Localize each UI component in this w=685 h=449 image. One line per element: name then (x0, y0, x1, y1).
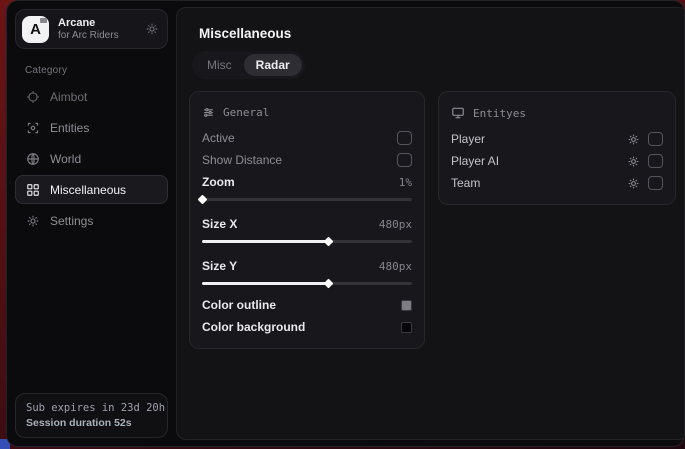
sidebar-item-label: Settings (50, 214, 93, 228)
active-checkbox[interactable] (397, 131, 412, 145)
session-duration-text: Session duration 52s (26, 417, 157, 429)
cube-scan-icon (26, 121, 40, 135)
tab-radar[interactable]: Radar (244, 54, 302, 76)
crosshair-icon (26, 90, 40, 104)
page-title: Miscellaneous (199, 26, 676, 41)
player-label: Player (451, 132, 485, 146)
monitor-icon (451, 106, 465, 120)
category-label: Category (25, 65, 168, 76)
color-background-swatch[interactable] (401, 322, 412, 333)
player-ai-label: Player AI (451, 154, 499, 168)
team-controls (627, 176, 663, 190)
sub-expires-text: Sub expires in 23d 20h (26, 402, 157, 414)
sidebar: A Arcane for Arc Riders Category (7, 1, 176, 446)
general-panel: General Active Show Distance Zoom 1% (189, 91, 425, 349)
sidebar-item-label: Miscellaneous (50, 183, 126, 197)
sliders-icon (202, 106, 215, 119)
player-row: Player (451, 128, 663, 150)
slider-handle[interactable] (198, 195, 208, 205)
sidebar-item-world[interactable]: World (15, 144, 168, 173)
entities-panel: Entityes Player P (438, 91, 676, 205)
color-outline-swatch[interactable] (401, 300, 412, 311)
team-row: Team (451, 172, 663, 194)
sidebar-item-label: Aimbot (50, 90, 87, 104)
panel-row: General Active Show Distance Zoom 1% (189, 91, 676, 349)
color-outline-label: Color outline (202, 298, 276, 312)
app-subtitle: for Arc Riders (58, 30, 136, 42)
app-window: A Arcane for Arc Riders Category (6, 0, 685, 447)
size-y-value: 480px (379, 260, 412, 273)
color-background-row: Color background (202, 316, 412, 338)
size-y-row: Size Y 480px (202, 255, 412, 277)
zoom-slider[interactable] (202, 195, 412, 204)
slider-fill (202, 240, 328, 243)
sidebar-item-entities[interactable]: Entities (15, 113, 168, 142)
globe-icon (26, 152, 40, 166)
size-x-slider[interactable] (202, 237, 412, 246)
tab-misc[interactable]: Misc (195, 54, 244, 76)
show-distance-checkbox[interactable] (397, 153, 412, 167)
general-panel-header: General (202, 106, 412, 119)
app-logo: A (22, 16, 49, 43)
subscription-card: Sub expires in 23d 20h Session duration … (15, 393, 168, 438)
team-label: Team (451, 176, 480, 190)
slider-handle[interactable] (324, 279, 334, 289)
player-ai-checkbox[interactable] (648, 154, 663, 168)
color-outline-row: Color outline (202, 294, 412, 316)
player-ai-controls (627, 154, 663, 168)
size-x-row: Size X 480px (202, 213, 412, 235)
team-checkbox[interactable] (648, 176, 663, 190)
show-distance-row: Show Distance (202, 149, 412, 171)
general-panel-title: General (223, 106, 269, 119)
slider-track (202, 198, 412, 201)
sidebar-item-label: Entities (50, 121, 89, 135)
team-gear-icon[interactable] (627, 177, 640, 190)
player-ai-row: Player AI (451, 150, 663, 172)
slider-fill (202, 282, 328, 285)
app-title-block: Arcane for Arc Riders (58, 17, 136, 41)
app-settings-gear-icon[interactable] (145, 22, 159, 36)
size-y-slider[interactable] (202, 279, 412, 288)
tab-bar: Misc Radar (192, 51, 305, 79)
player-ai-gear-icon[interactable] (627, 155, 640, 168)
size-x-value: 480px (379, 218, 412, 231)
app-name: Arcane (58, 17, 136, 30)
zoom-value: 1% (399, 176, 412, 189)
size-x-label: Size X (202, 217, 237, 231)
gear-icon (26, 214, 40, 228)
show-distance-label: Show Distance (202, 153, 282, 167)
grid-icon (26, 183, 40, 197)
app-logo-card: A Arcane for Arc Riders (15, 9, 168, 49)
color-background-label: Color background (202, 320, 305, 334)
sidebar-item-aimbot[interactable]: Aimbot (15, 82, 168, 111)
player-controls (627, 132, 663, 146)
sidebar-item-settings[interactable]: Settings (15, 206, 168, 235)
size-y-label: Size Y (202, 259, 237, 273)
active-row: Active (202, 127, 412, 149)
zoom-row: Zoom 1% (202, 171, 412, 193)
sidebar-item-label: World (50, 152, 81, 166)
zoom-label: Zoom (202, 175, 235, 189)
active-label: Active (202, 131, 235, 145)
player-gear-icon[interactable] (627, 133, 640, 146)
entities-panel-title: Entityes (473, 107, 526, 120)
sidebar-nav: Aimbot Entities World (15, 82, 168, 235)
player-checkbox[interactable] (648, 132, 663, 146)
sidebar-item-miscellaneous[interactable]: Miscellaneous (15, 175, 168, 204)
slider-handle[interactable] (324, 237, 334, 247)
app-logo-letter: A (30, 21, 41, 38)
main-content: Miscellaneous Misc Radar General (176, 7, 685, 440)
entities-panel-header: Entityes (451, 106, 663, 120)
